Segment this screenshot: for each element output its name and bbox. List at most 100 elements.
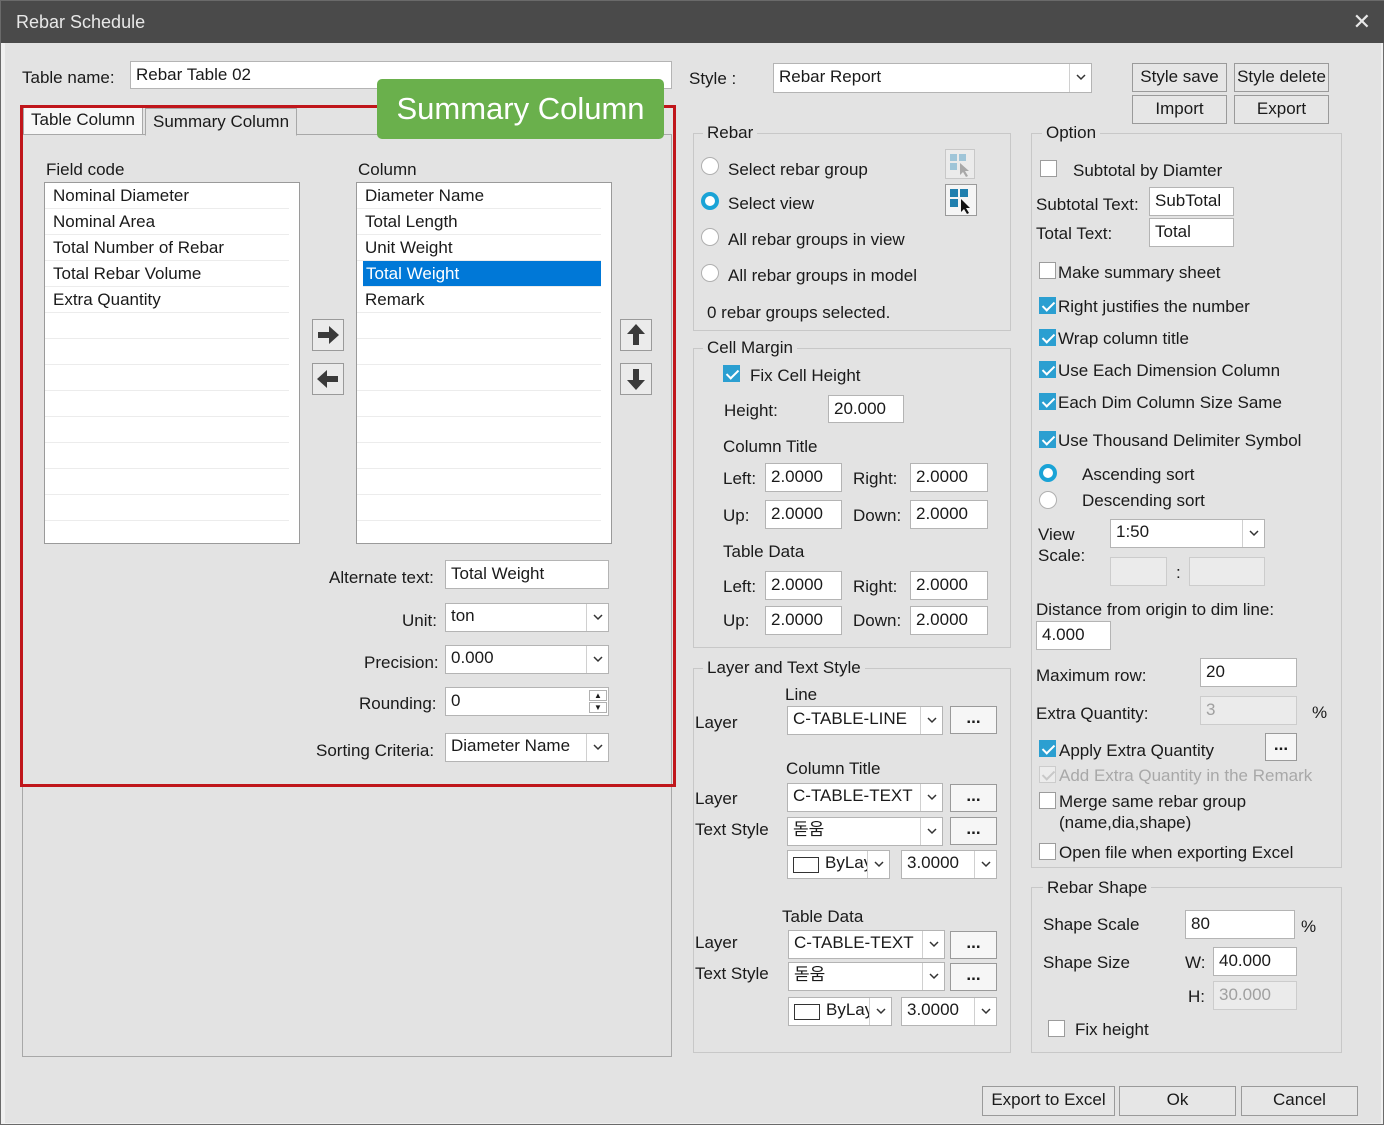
fix-height-checkbox[interactable] <box>1048 1020 1065 1037</box>
dialog-body: Table name: Rebar Table 02 Table Column … <box>5 43 1381 1123</box>
ct-size-select[interactable]: 3.0000 <box>901 850 997 879</box>
td-down-input[interactable]: 2.0000 <box>910 606 988 635</box>
style-save-button[interactable]: Style save <box>1132 63 1227 92</box>
open-file-checkbox[interactable] <box>1039 843 1056 860</box>
shape-scale-input[interactable]: 80 <box>1185 910 1295 939</box>
scale-right-input[interactable] <box>1189 557 1265 586</box>
left-label: Left: <box>723 469 757 488</box>
all-in-view-label: All rebar groups in view <box>728 230 905 249</box>
shape-h-label: H: <box>1188 987 1205 1006</box>
down-label: Down: <box>853 506 902 525</box>
scale-left-input[interactable] <box>1110 557 1167 586</box>
descending-sort-label: Descending sort <box>1082 491 1205 510</box>
ct-layer-more-button[interactable]: ... <box>950 784 997 812</box>
style-delete-button[interactable]: Style delete <box>1234 63 1329 92</box>
export-to-excel-button[interactable]: Export to Excel <box>982 1086 1115 1116</box>
ct-right-input[interactable]: 2.0000 <box>910 463 988 492</box>
ct-text-style-value: 돋움 <box>793 820 825 839</box>
shape-scale-percent: % <box>1301 917 1317 936</box>
descending-sort-radio[interactable] <box>1039 491 1057 509</box>
all-in-view-radio[interactable] <box>701 228 719 246</box>
td-up-input[interactable]: 2.0000 <box>765 606 842 635</box>
right-justifies-checkbox[interactable] <box>1039 297 1056 314</box>
make-summary-sheet-checkbox[interactable] <box>1039 262 1056 279</box>
subtotal-text-label: Subtotal Text: <box>1036 195 1139 214</box>
merge-rebar-group-checkbox[interactable] <box>1039 792 1056 809</box>
td-layer-more-button[interactable]: ... <box>950 931 997 959</box>
ct-layer-select[interactable]: C-TABLE-TEXT <box>787 783 943 812</box>
line-layer-more-button[interactable]: ... <box>950 706 997 734</box>
line-layer-value: C-TABLE-LINE <box>793 709 907 728</box>
distance-label: Distance from origin to dim line: <box>1036 600 1275 619</box>
ascending-sort-radio[interactable] <box>1039 464 1057 482</box>
apply-extra-quantity-checkbox[interactable] <box>1039 740 1056 757</box>
cell-margin-title: Cell Margin <box>703 338 797 358</box>
ct-left-input[interactable]: 2.0000 <box>765 463 842 492</box>
scale-label: Scale: <box>1038 546 1086 565</box>
td-style-more-button[interactable]: ... <box>950 963 997 991</box>
extra-quantity-input[interactable]: 3 <box>1200 696 1297 725</box>
max-row-input[interactable]: 20 <box>1200 658 1297 687</box>
height-input[interactable]: 20.000 <box>828 395 904 423</box>
pick-group-button[interactable] <box>945 149 975 179</box>
fix-cell-height-checkbox[interactable] <box>723 365 740 382</box>
view-scale-select[interactable]: 1:50 <box>1110 519 1265 548</box>
subtotal-by-diameter-checkbox[interactable] <box>1040 160 1057 177</box>
select-rebar-group-label: Select rebar group <box>728 160 868 179</box>
distance-input[interactable]: 4.000 <box>1036 621 1111 650</box>
thousand-delimiter-checkbox[interactable] <box>1039 431 1056 448</box>
height-label: Height: <box>724 401 778 420</box>
merge-rebar-group-label-2: (name,dia,shape) <box>1059 813 1192 832</box>
line-layer-select[interactable]: C-TABLE-LINE <box>787 706 943 735</box>
close-icon[interactable]: ✕ <box>1353 9 1371 35</box>
table-data-style-label: Table Data <box>782 907 864 926</box>
style-select[interactable]: Rebar Report <box>773 63 1092 93</box>
td-layer-select[interactable]: C-TABLE-TEXT <box>788 930 945 959</box>
td-right-input[interactable]: 2.0000 <box>910 571 988 600</box>
td-left-input[interactable]: 2.0000 <box>765 571 842 600</box>
subtotal-text-input[interactable]: SubTotal <box>1149 187 1234 216</box>
table-name-label: Table name: <box>22 68 115 87</box>
each-dim-same-label: Each Dim Column Size Same <box>1058 393 1282 412</box>
wrap-title-checkbox[interactable] <box>1039 329 1056 346</box>
ct-text-style-select[interactable]: 돋움 <box>787 817 943 846</box>
pick-view-button[interactable] <box>945 184 977 216</box>
export-button[interactable]: Export <box>1234 95 1329 124</box>
shape-height-input[interactable]: 30.000 <box>1213 981 1297 1010</box>
select-view-radio[interactable] <box>701 192 719 210</box>
td-size-select[interactable]: 3.0000 <box>901 997 997 1026</box>
chevron-down-icon <box>1069 64 1091 92</box>
ct-color-value: ByLayer <box>825 853 869 872</box>
ct-up-input[interactable]: 2.0000 <box>765 500 842 529</box>
rebar-shape-title: Rebar Shape <box>1043 878 1152 898</box>
ct-style-more-button[interactable]: ... <box>950 817 997 845</box>
callout-label: Summary Column <box>377 79 664 139</box>
right-justifies-label: Right justifies the number <box>1058 297 1250 316</box>
td-color-select[interactable]: ByLayer <box>788 997 892 1026</box>
highlight-box <box>20 105 676 787</box>
shape-size-label: Shape Size <box>1043 953 1130 972</box>
column-title-style-label: Column Title <box>786 759 881 778</box>
option-title: Option <box>1042 123 1101 143</box>
extra-quantity-label: Extra Quantity: <box>1036 704 1149 723</box>
ct-size-value: 3.0000 <box>907 853 959 872</box>
shape-width-input[interactable]: 40.000 <box>1213 947 1297 976</box>
layer-label: Layer <box>695 713 738 732</box>
select-rebar-group-radio[interactable] <box>701 157 719 175</box>
each-dim-same-checkbox[interactable] <box>1039 393 1056 410</box>
use-each-dim-checkbox[interactable] <box>1039 361 1056 378</box>
ascending-sort-label: Ascending sort <box>1082 465 1195 484</box>
all-in-model-label: All rebar groups in model <box>728 266 917 285</box>
ct-down-input[interactable]: 2.0000 <box>910 500 988 529</box>
add-extra-remark-checkbox[interactable] <box>1039 766 1056 783</box>
import-button[interactable]: Import <box>1132 95 1227 124</box>
chevron-down-icon <box>922 963 944 990</box>
ct-color-select[interactable]: ByLayer <box>787 850 890 879</box>
cancel-button[interactable]: Cancel <box>1241 1086 1358 1116</box>
td-text-style-select[interactable]: 돋움 <box>788 962 945 991</box>
ok-button[interactable]: Ok <box>1119 1086 1236 1116</box>
total-text-input[interactable]: Total <box>1149 218 1234 247</box>
chevron-down-icon <box>869 998 891 1025</box>
extra-quantity-more-button[interactable]: ... <box>1265 733 1297 761</box>
all-in-model-radio[interactable] <box>701 264 719 282</box>
